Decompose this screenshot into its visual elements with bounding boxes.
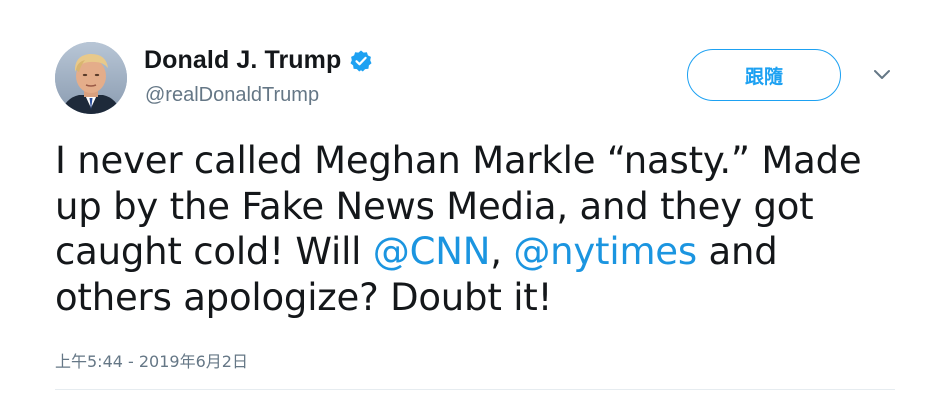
verified-badge-icon <box>349 49 373 73</box>
display-name-row: Donald J. Trump <box>144 46 373 75</box>
user-handle[interactable]: @realDonaldTrump <box>145 84 319 107</box>
avatar[interactable] <box>55 42 127 114</box>
profile-photo-icon <box>55 42 127 114</box>
mention-link-nytimes[interactable]: @nytimes <box>513 230 697 273</box>
chevron-down-icon[interactable] <box>872 68 892 82</box>
divider <box>55 389 895 390</box>
tweet-timestamp[interactable]: 上午5:44 - 2019年6月2日 <box>55 348 248 372</box>
display-name[interactable]: Donald J. Trump <box>144 46 341 75</box>
follow-button[interactable]: 跟隨 <box>687 49 841 101</box>
tweet-card: Donald J. Trump @realDonaldTrump 跟隨 I ne… <box>0 0 945 393</box>
tweet-text-part: , <box>490 230 514 273</box>
mention-link-cnn[interactable]: @CNN <box>373 230 491 273</box>
tweet-text: I never called Meghan Markle “nasty.” Ma… <box>55 138 905 320</box>
